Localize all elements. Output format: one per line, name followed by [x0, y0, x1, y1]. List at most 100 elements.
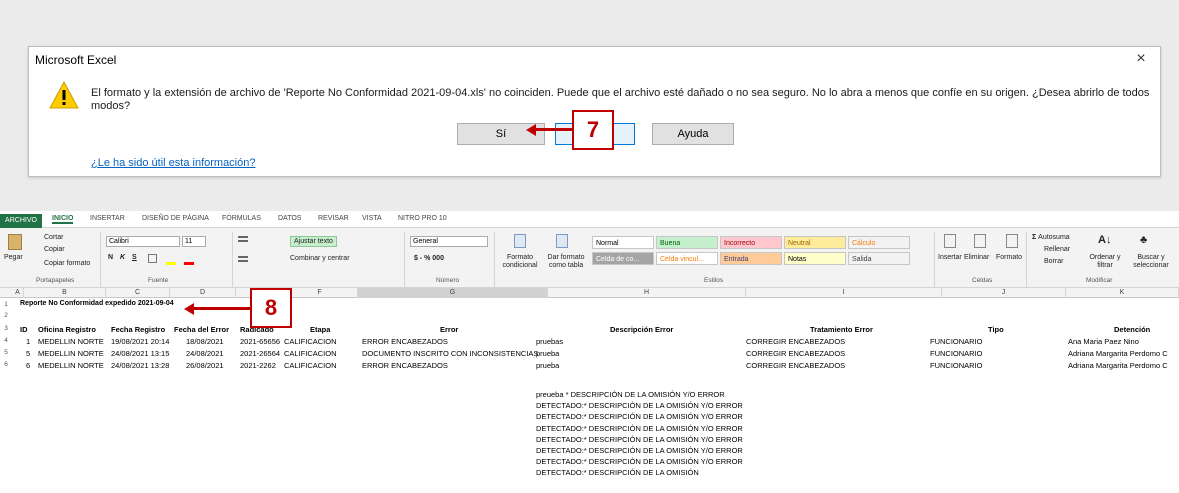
row-number[interactable]: 2	[0, 312, 12, 319]
col-header-F[interactable]: F	[282, 288, 358, 298]
align-top-icon[interactable]	[238, 236, 248, 242]
fill-color-icon[interactable]	[166, 262, 176, 265]
currency-button[interactable]: $ - % 000	[414, 255, 444, 262]
col-header-I[interactable]: I	[746, 288, 942, 298]
row-number[interactable]: 3	[0, 325, 12, 332]
description-long-text[interactable]: preueba * DESCRIPCIÓN DE LA OMISIÓN Y/O …	[536, 389, 746, 479]
sort-filter-button[interactable]: Ordenar y filtrar	[1086, 254, 1124, 270]
find-binoculars-icon[interactable]: ♣	[1140, 234, 1147, 246]
tab-revisar[interactable]: REVISAR	[318, 215, 349, 222]
table-cell[interactable]: ERROR ENCABEZADOS	[362, 361, 448, 370]
paste-button[interactable]: Pegar	[4, 254, 23, 261]
paste-icon[interactable]	[8, 234, 22, 250]
header-cell[interactable]: Error	[440, 325, 458, 334]
col-header-K[interactable]: K	[1066, 288, 1179, 298]
sort-filter-icon[interactable]: A↓	[1098, 234, 1111, 246]
insert-cells-icon[interactable]	[944, 234, 956, 248]
table-cell[interactable]: 2021-26564	[240, 349, 280, 358]
font-color-icon[interactable]	[184, 262, 194, 265]
format-table-button[interactable]: Dar formato como tabla	[544, 254, 588, 270]
align-left-icon[interactable]	[238, 256, 248, 262]
font-name-combo[interactable]: Calibri	[106, 236, 180, 247]
number-format-combo[interactable]: General	[410, 236, 488, 247]
table-cell[interactable]: 24/08/2021 13:15	[111, 349, 169, 358]
header-cell[interactable]: Etapa	[310, 325, 330, 334]
wrap-text-button[interactable]: Ajustar texto	[290, 236, 337, 247]
table-cell[interactable]: CORREGIR ENCABEZADOS	[746, 349, 845, 358]
row-number[interactable]: 4	[0, 337, 12, 344]
cell-style-6[interactable]: Celda vincul...	[656, 252, 718, 265]
col-header-D[interactable]: D	[170, 288, 236, 298]
table-cell[interactable]: 5	[26, 349, 30, 358]
format-button[interactable]: Formato	[996, 254, 1022, 261]
format-cells-icon[interactable]	[1006, 234, 1018, 248]
cell-style-2[interactable]: Incorrecto	[720, 236, 782, 249]
clear-button[interactable]: Borrar	[1044, 258, 1063, 265]
table-cell[interactable]: prueba	[536, 349, 559, 358]
table-cell[interactable]: 24/08/2021 13:28	[111, 361, 169, 370]
cut-button[interactable]: Cortar	[44, 234, 63, 241]
format-table-icon[interactable]	[556, 234, 568, 248]
table-cell[interactable]: ERROR ENCABEZADOS	[362, 337, 448, 346]
table-cell[interactable]: CALIFICACION	[284, 337, 337, 346]
cell-style-9[interactable]: Salida	[848, 252, 910, 265]
header-cell[interactable]: Detención	[1114, 325, 1150, 334]
tab-diseno[interactable]: DISEÑO DE PÁGINA	[142, 215, 209, 222]
delete-cells-icon[interactable]	[974, 234, 986, 248]
cell-style-8[interactable]: Notas	[784, 252, 846, 265]
table-cell[interactable]: FUNCIONARIO	[930, 349, 983, 358]
help-button[interactable]: Ayuda	[652, 123, 734, 145]
table-cell[interactable]: Ana Maria Paez Nino	[1068, 337, 1139, 346]
tab-formulas[interactable]: FÓRMULAS	[222, 215, 261, 222]
delete-button[interactable]: Eliminar	[964, 254, 989, 261]
font-size-combo[interactable]: 11	[182, 236, 206, 247]
tab-inicio[interactable]: INICIO	[52, 215, 74, 224]
table-cell[interactable]: 18/08/2021	[186, 337, 224, 346]
col-header-J[interactable]: J	[942, 288, 1066, 298]
conditional-format-button[interactable]: Formato condicional	[498, 254, 542, 270]
cell-style-1[interactable]: Buena	[656, 236, 718, 249]
italic-button[interactable]: K	[120, 254, 125, 261]
header-cell[interactable]: Oficina Registro	[38, 325, 96, 334]
insert-button[interactable]: Insertar	[938, 254, 962, 261]
table-cell[interactable]: 2021-2262	[240, 361, 276, 370]
table-cell[interactable]: pruebas	[536, 337, 563, 346]
table-cell[interactable]: 2021-65656	[240, 337, 280, 346]
report-title-cell[interactable]: Reporte No Conformidad expedido 2021-09-…	[20, 300, 174, 307]
table-cell[interactable]: 6	[26, 361, 30, 370]
cell-style-4[interactable]: Cálculo	[848, 236, 910, 249]
col-header-C[interactable]: C	[106, 288, 170, 298]
format-painter-button[interactable]: Copiar formato	[44, 260, 90, 267]
tab-vista[interactable]: VISTA	[362, 215, 382, 222]
fill-button[interactable]: Rellenar	[1044, 246, 1070, 253]
header-cell[interactable]: Tratamiento Error	[810, 325, 873, 334]
col-header-A[interactable]: A	[12, 288, 24, 298]
tab-archivo[interactable]: ARCHIVO	[0, 214, 42, 228]
col-header-B[interactable]: B	[24, 288, 106, 298]
table-cell[interactable]: DOCUMENTO INSCRITO CON INCONSISTENCIAS	[362, 349, 538, 358]
table-cell[interactable]: CALIFICACION	[284, 361, 337, 370]
table-cell[interactable]: FUNCIONARIO	[930, 337, 983, 346]
table-cell[interactable]: MEDELLIN NORTE	[38, 349, 104, 358]
col-header-H[interactable]: H	[548, 288, 746, 298]
table-cell[interactable]: Adriana Margarita Perdomo C	[1068, 361, 1168, 370]
tab-datos[interactable]: DATOS	[278, 215, 301, 222]
table-cell[interactable]: Adriana Margarita Perdomo C	[1068, 349, 1168, 358]
autosum-button[interactable]: Σ Autosuma	[1032, 234, 1070, 241]
table-cell[interactable]: MEDELLIN NORTE	[38, 361, 104, 370]
cell-style-0[interactable]: Normal	[592, 236, 654, 249]
table-cell[interactable]: CORREGIR ENCABEZADOS	[746, 361, 845, 370]
bold-button[interactable]: N	[108, 254, 113, 261]
row-number[interactable]: 6	[0, 361, 12, 368]
conditional-format-icon[interactable]	[514, 234, 526, 248]
header-cell[interactable]: Fecha Registro	[111, 325, 165, 334]
merge-center-button[interactable]: Combinar y centrar	[290, 255, 350, 262]
table-cell[interactable]: FUNCIONARIO	[930, 361, 983, 370]
table-cell[interactable]: 19/08/2021 20:14	[111, 337, 169, 346]
cell-style-5[interactable]: Celda de co...	[592, 252, 654, 265]
tab-insertar[interactable]: INSERTAR	[90, 215, 125, 222]
tab-nitro[interactable]: NITRO PRO 10	[398, 215, 447, 222]
header-cell[interactable]: Descripción Error	[610, 325, 673, 334]
copy-button[interactable]: Copiar	[44, 246, 65, 253]
table-cell[interactable]: MEDELLIN NORTE	[38, 337, 104, 346]
